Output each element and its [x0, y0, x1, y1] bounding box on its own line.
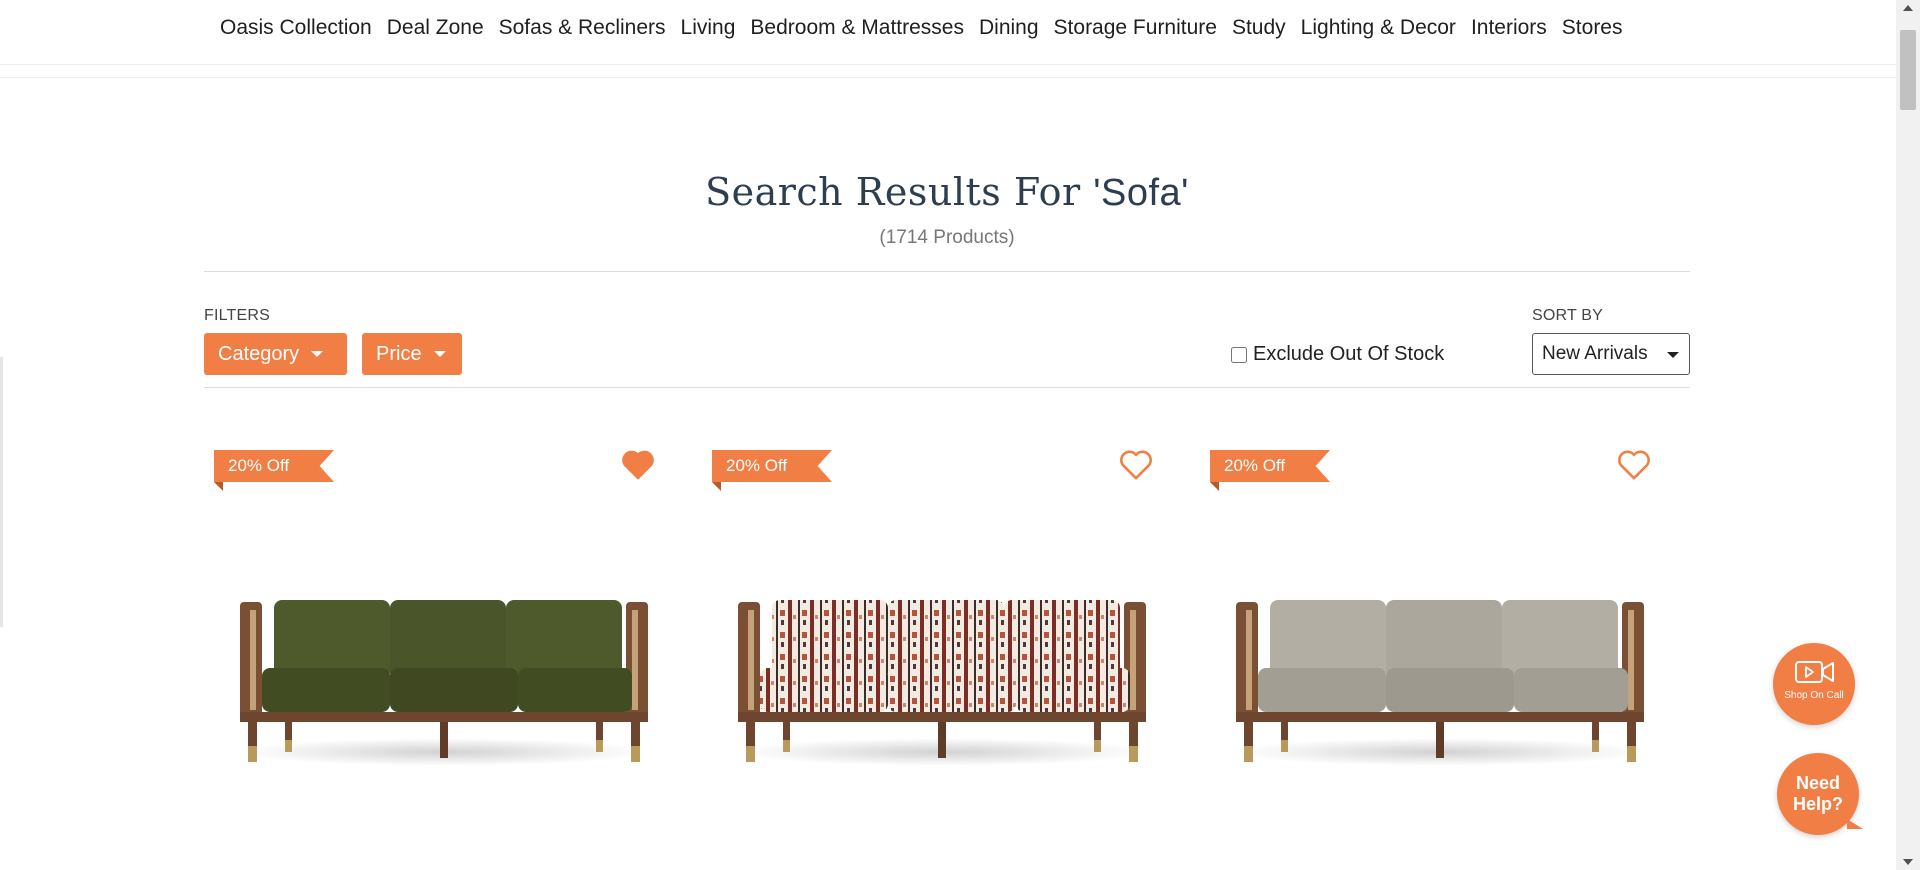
exclude-out-of-stock-checkbox[interactable] — [1231, 346, 1247, 363]
nav-item-bedroom-mattresses[interactable]: Bedroom & Mattresses — [750, 16, 964, 40]
side-tab-edge — [0, 357, 3, 627]
nav-item-living[interactable]: Living — [681, 16, 736, 40]
search-results-header: Search Results For 'Sofa' (1714 Products… — [204, 170, 1690, 249]
product-image-sofa-grey-linen[interactable] — [1220, 540, 1660, 780]
header-divider — [204, 271, 1690, 272]
caret-down-icon — [1667, 352, 1679, 358]
discount-badge: 20% Off — [214, 450, 334, 482]
filters-label: FILTERS — [204, 307, 271, 324]
nav-item-stores[interactable]: Stores — [1562, 16, 1623, 40]
search-query: 'Sofa' — [1093, 172, 1189, 214]
product-image-sofa-green-velvet[interactable] — [224, 540, 664, 780]
wishlist-heart-icon[interactable] — [1617, 448, 1651, 480]
nav-item-interiors[interactable]: Interiors — [1471, 16, 1547, 40]
nav-item-deal-zone[interactable]: Deal Zone — [387, 16, 484, 40]
need-help-chat-button[interactable]: Need Help? — [1777, 753, 1863, 835]
badge-fold — [214, 482, 223, 491]
scroll-down-arrow-icon[interactable] — [1903, 859, 1913, 865]
scrollbar-thumb[interactable] — [1900, 30, 1916, 110]
vertical-scrollbar[interactable] — [1896, 0, 1920, 870]
badge-fold — [712, 482, 721, 491]
nav-item-storage-furniture[interactable]: Storage Furniture — [1054, 16, 1217, 40]
product-image-sofa-ikat-pattern[interactable] — [722, 540, 1162, 780]
filters-divider — [204, 387, 1690, 388]
product-count: (1714 Products) — [879, 227, 1015, 248]
video-call-icon — [1795, 661, 1834, 683]
caret-down-icon — [433, 351, 446, 357]
exclude-out-of-stock-label: Exclude Out Of Stock — [1253, 343, 1445, 365]
price-filter-button[interactable]: Price — [362, 333, 462, 375]
title-prefix: Search Results For — [705, 170, 1094, 214]
category-filter-label: Category — [218, 342, 300, 365]
top-navigation: Oasis Collection Deal Zone Sofas & Recli… — [0, 0, 1896, 65]
nav-item-oasis-collection[interactable]: Oasis Collection — [220, 16, 372, 40]
caret-down-icon — [311, 351, 324, 357]
category-filter-button[interactable]: Category — [204, 333, 347, 375]
exclude-out-of-stock[interactable]: Exclude Out Of Stock — [1231, 343, 1444, 366]
discount-badge: 20% Off — [1210, 450, 1330, 482]
sort-by-label: SORT BY — [1532, 307, 1604, 324]
nav-divider — [0, 77, 1896, 78]
shop-on-call-button[interactable]: Shop On Call — [1773, 643, 1855, 725]
product-card[interactable]: 20% Off — [1200, 440, 1680, 870]
badge-fold — [1210, 482, 1219, 491]
nav-item-study[interactable]: Study — [1232, 16, 1286, 40]
need-help-label: Need Help? — [1792, 773, 1843, 814]
nav-item-dining[interactable]: Dining — [979, 16, 1039, 40]
sort-selected-value: New Arrivals — [1542, 343, 1648, 364]
sort-select[interactable]: New Arrivals — [1532, 333, 1690, 375]
page-title: Search Results For 'Sofa' — [204, 170, 1690, 215]
discount-badge: 20% Off — [712, 450, 832, 482]
nav-item-sofas-recliners[interactable]: Sofas & Recliners — [499, 16, 666, 40]
nav-item-lighting-decor[interactable]: Lighting & Decor — [1301, 16, 1456, 40]
price-filter-label: Price — [376, 342, 422, 365]
wishlist-heart-icon[interactable] — [1119, 448, 1153, 480]
scroll-up-arrow-icon[interactable] — [1903, 5, 1913, 11]
page: Oasis Collection Deal Zone Sofas & Recli… — [0, 0, 1896, 870]
product-card[interactable]: 20% Off — [702, 440, 1182, 870]
product-card[interactable]: 20% Off — [204, 440, 684, 870]
wishlist-heart-icon[interactable] — [621, 448, 655, 480]
shop-on-call-label: Shop On Call — [1784, 690, 1844, 701]
